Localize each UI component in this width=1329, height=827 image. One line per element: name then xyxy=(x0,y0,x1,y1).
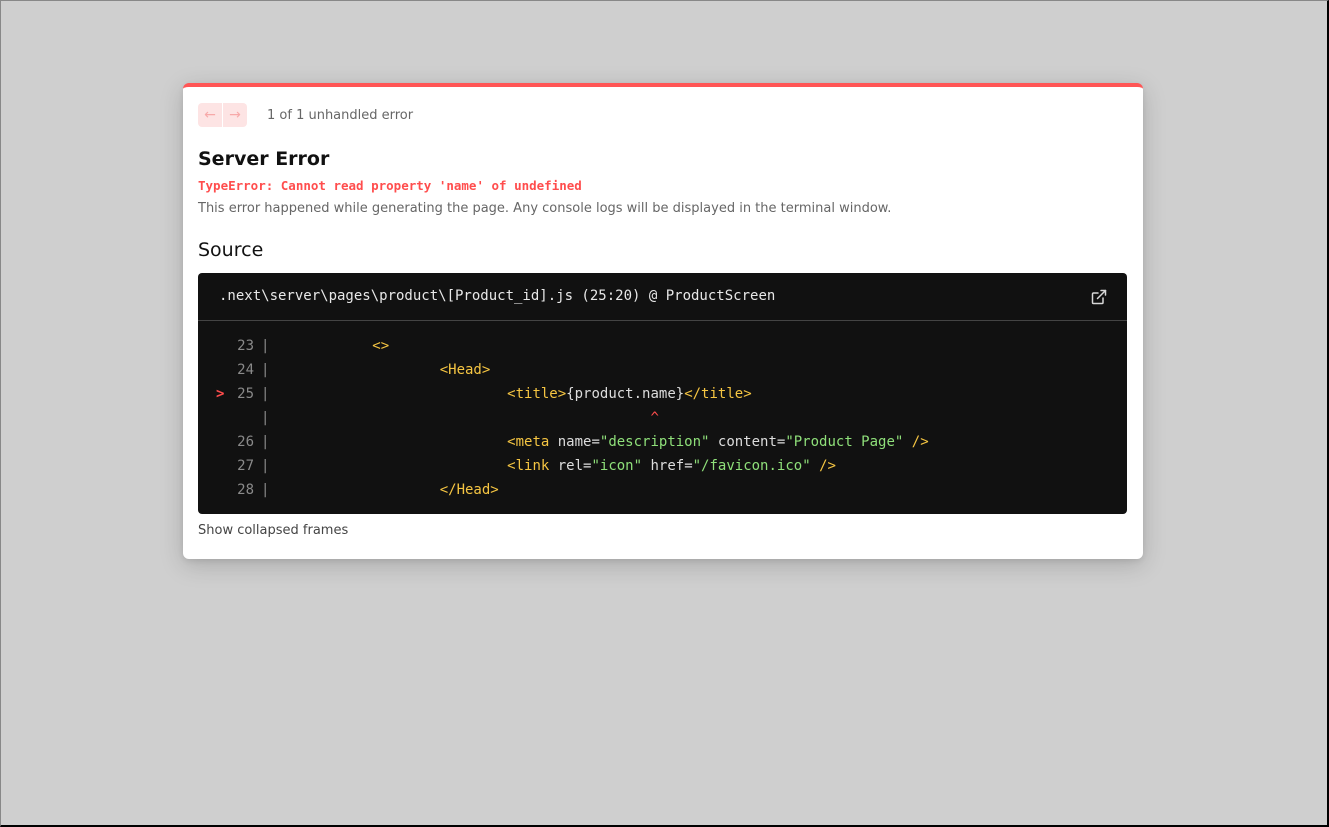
code-token: href= xyxy=(642,458,693,474)
external-link-icon[interactable] xyxy=(1091,289,1107,305)
code-token: "Product Page" xyxy=(785,434,904,450)
line-gutter: | xyxy=(261,434,270,450)
code-token: name= xyxy=(549,434,600,450)
code-token: <link xyxy=(507,458,550,474)
line-number: 28 xyxy=(237,482,254,498)
line-number: 27 xyxy=(237,458,254,474)
code-token: {product.name} xyxy=(566,386,685,402)
code-token: ^ xyxy=(650,410,659,426)
code-token: <title> xyxy=(507,386,567,402)
error-navigation: ← → 1 of 1 unhandled error xyxy=(198,103,413,127)
code-token: /> xyxy=(810,458,836,474)
show-collapsed-frames-button[interactable]: Show collapsed frames xyxy=(198,523,348,538)
line-gutter: | xyxy=(261,458,270,474)
line-gutter: | xyxy=(261,362,270,378)
code-line: 24 | <Head> xyxy=(198,358,1127,382)
code-line: 23 | <> xyxy=(198,334,1127,358)
line-gutter: | xyxy=(261,386,270,402)
code-line: 26 | <meta name="description" content="Pr… xyxy=(198,430,1127,454)
line-number: 24 xyxy=(237,362,254,378)
code-text: <title>{product.name}</title> xyxy=(288,382,752,406)
line-number: 25 xyxy=(237,386,254,402)
code-text: <Head> xyxy=(288,358,491,382)
line-number: 23 xyxy=(237,338,254,354)
arrow-left-icon: ← xyxy=(204,107,216,123)
code-line: | ^ xyxy=(198,406,1127,430)
code-lines: 23 | <> 24 | <Head> >25 | <title>{product.nam… xyxy=(198,334,1127,502)
code-text: </Head> xyxy=(288,478,499,502)
code-line: >25 | <title>{product.name}</title> xyxy=(198,382,1127,406)
code-token: </title> xyxy=(684,386,752,402)
code-token: </Head> xyxy=(439,482,499,498)
code-token: "/favicon.ico" xyxy=(692,458,811,474)
code-line: 28 | </Head> xyxy=(198,478,1127,502)
error-message: TypeError: Cannot read property 'name' o… xyxy=(198,178,582,193)
code-token: content= xyxy=(709,434,786,450)
code-token: /> xyxy=(903,434,929,450)
error-overlay-dialog: ← → 1 of 1 unhandled error Server Error … xyxy=(183,83,1143,559)
arrow-right-icon: → xyxy=(229,107,241,123)
error-pagination: 1 of 1 unhandled error xyxy=(267,107,414,123)
code-line: 27 | <link rel="icon" href="/favicon.ico"… xyxy=(198,454,1127,478)
code-frame: .next\server\pages\product\[Product_id].… xyxy=(198,273,1127,514)
code-token: "icon" xyxy=(591,458,643,474)
code-token: <> xyxy=(372,338,390,354)
code-text: <meta name="description" content="Produc… xyxy=(288,430,929,454)
code-text: <> xyxy=(288,334,389,358)
previous-error-button[interactable]: ← xyxy=(198,103,222,127)
error-title: Server Error xyxy=(198,148,330,170)
source-file-path[interactable]: .next\server\pages\product\[Product_id].… xyxy=(219,288,775,304)
code-token: "description" xyxy=(599,434,710,450)
line-gutter: | xyxy=(261,482,270,498)
code-token: rel= xyxy=(549,458,592,474)
code-token: <Head> xyxy=(439,362,491,378)
source-heading: Source xyxy=(198,239,264,261)
line-gutter: | xyxy=(261,338,270,354)
error-description: This error happened while generating the… xyxy=(198,201,892,216)
code-token: <meta xyxy=(507,434,550,450)
next-error-button[interactable]: → xyxy=(223,103,247,127)
code-text: <link rel="icon" href="/favicon.ico" /> xyxy=(288,454,836,478)
code-text: ^ xyxy=(288,406,659,430)
line-gutter: | xyxy=(261,410,270,426)
line-number: 26 xyxy=(237,434,254,450)
code-frame-header: .next\server\pages\product\[Product_id].… xyxy=(198,273,1127,321)
